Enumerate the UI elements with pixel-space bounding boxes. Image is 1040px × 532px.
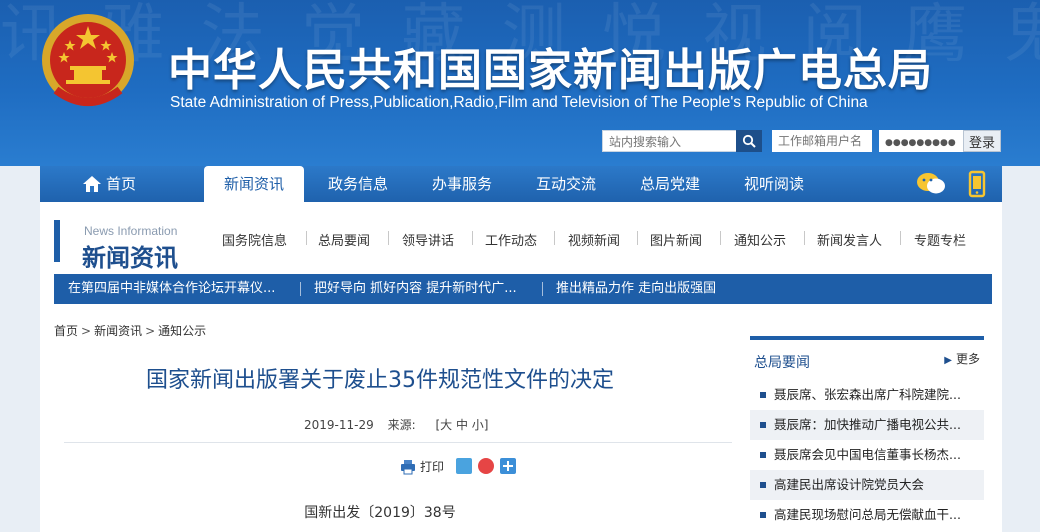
section-title-en: News Information bbox=[84, 224, 178, 238]
section-logo: News Information 新闻资讯 bbox=[54, 214, 214, 272]
bullet-icon bbox=[760, 422, 766, 428]
mobile-icon[interactable] bbox=[966, 170, 988, 198]
subnav-bureau-news[interactable]: 总局要闻 bbox=[318, 230, 370, 249]
nav-government-info[interactable]: 政务信息 bbox=[310, 166, 406, 202]
more-label: 更多 bbox=[955, 352, 980, 366]
subnav-leader-speeches[interactable]: 领导讲话 bbox=[402, 230, 454, 249]
sidebar-headlines: 总局要闻 ▶ 更多 聂辰席、张宏森出席广科院建院... 聂辰席：加快推动广播电视公… bbox=[750, 336, 984, 532]
subnav-video-news[interactable]: 视频新闻 bbox=[568, 230, 620, 249]
article-meta: 2019-11-29 来源: [大 中 小] bbox=[304, 416, 498, 433]
subnav-state-council[interactable]: 国务院信息 bbox=[222, 230, 287, 249]
share-qzone-icon[interactable] bbox=[456, 458, 472, 474]
triangle-right-icon: ▶ bbox=[944, 355, 952, 366]
subnav-divider bbox=[306, 231, 307, 245]
breadcrumb-home[interactable]: 首页 bbox=[54, 324, 78, 338]
home-icon bbox=[83, 176, 101, 192]
nav-services[interactable]: 办事服务 bbox=[414, 166, 510, 202]
headline-text: 高建民出席设计院党员大会 bbox=[774, 477, 925, 492]
nav-interaction[interactable]: 互动交流 bbox=[518, 166, 614, 202]
font-size-switcher[interactable]: [大 中 小] bbox=[435, 418, 488, 432]
subnav-divider bbox=[637, 231, 638, 245]
breadcrumb-news[interactable]: 新闻资讯 bbox=[94, 324, 142, 338]
document-number: 国新出发〔2019〕38号 bbox=[304, 505, 456, 521]
headline-text: 聂辰席：加快推动广播电视公共... bbox=[774, 417, 961, 432]
headline-text: 聂辰席、张宏森出席广科院建院... bbox=[774, 387, 961, 402]
login-button[interactable]: 登录 bbox=[963, 130, 1001, 152]
article-title: 国家新闻出版署关于废止35件规范性文件的决定 bbox=[146, 368, 614, 393]
password-input[interactable] bbox=[879, 132, 963, 154]
article-source-label: 来源: bbox=[387, 418, 416, 432]
sidebar-top-bar bbox=[750, 336, 984, 340]
print-label: 打印 bbox=[420, 460, 445, 474]
subnav-special-topics[interactable]: 专题专栏 bbox=[914, 230, 966, 249]
headline-list: 聂辰席、张宏森出席广科院建院... 聂辰席：加快推动广播电视公共... 聂辰席会… bbox=[750, 380, 984, 530]
site-header: 讯 雅 法 觉 藏 测 悦 视 阅 鹰 鬼 察 展 戴 宝 福 闻 资 喜 视 … bbox=[0, 0, 1040, 166]
printer-icon bbox=[401, 459, 415, 474]
ticker-divider bbox=[300, 282, 301, 296]
site-title: 中华人民共和国国家新闻出版广电总局 bbox=[168, 45, 933, 96]
nav-party-building[interactable]: 总局党建 bbox=[622, 166, 718, 202]
subnav-divider bbox=[388, 231, 389, 245]
breadcrumb: 首页 > 新闻资讯 > 通知公示 bbox=[54, 322, 206, 339]
bullet-icon bbox=[760, 512, 766, 518]
site-subtitle: State Administration of Press,Publicatio… bbox=[170, 94, 868, 111]
national-emblem-icon bbox=[42, 14, 134, 106]
subnav-spokesperson[interactable]: 新闻发言人 bbox=[817, 230, 882, 249]
bullet-icon bbox=[760, 452, 766, 458]
list-item[interactable]: 高建民出席设计院党员大会 bbox=[750, 470, 984, 500]
subnav-divider bbox=[472, 231, 473, 245]
ticker-item[interactable]: 在第四届中非媒体合作论坛开幕仪... bbox=[68, 274, 275, 304]
breadcrumb-separator: > bbox=[145, 324, 156, 338]
breadcrumb-separator: > bbox=[81, 324, 92, 338]
search-icon bbox=[742, 134, 756, 148]
subnav-photo-news[interactable]: 图片新闻 bbox=[650, 230, 702, 249]
section-title-cn: 新闻资讯 bbox=[82, 244, 178, 272]
share-weibo-icon[interactable] bbox=[478, 458, 494, 474]
wechat-icon[interactable] bbox=[916, 171, 946, 197]
list-item[interactable]: 聂辰席、张宏森出席广科院建院... bbox=[750, 380, 984, 410]
subnav-notices[interactable]: 通知公示 bbox=[734, 230, 786, 249]
list-item[interactable]: 聂辰席：加快推动广播电视公共... bbox=[750, 410, 984, 440]
print-button[interactable]: 打印 bbox=[400, 458, 444, 475]
nav-news[interactable]: 新闻资讯 bbox=[204, 166, 304, 202]
search-button[interactable] bbox=[736, 130, 762, 152]
subnav-work-updates[interactable]: 工作动态 bbox=[485, 230, 537, 249]
plus-icon bbox=[503, 461, 513, 471]
ticker-item[interactable]: 把好导向 抓好内容 提升新时代广... bbox=[314, 274, 517, 304]
sidebar-title: 总局要闻 bbox=[754, 355, 810, 371]
headline-text: 高建民现场慰问总局无偿献血干... bbox=[774, 507, 961, 522]
article-divider bbox=[64, 442, 732, 443]
list-item[interactable]: 高建民现场慰问总局无偿献血干... bbox=[750, 500, 984, 530]
article-date: 2019-11-29 bbox=[304, 418, 374, 432]
breadcrumb-notices[interactable]: 通知公示 bbox=[158, 324, 206, 338]
headline-text: 聂辰席会见中国电信董事长杨杰... bbox=[774, 447, 961, 462]
username-field[interactable] bbox=[772, 130, 872, 152]
news-ticker: 在第四届中非媒体合作论坛开幕仪... 把好导向 抓好内容 提升新时代广... 推… bbox=[54, 274, 992, 304]
nav-audiovisual[interactable]: 视听阅读 bbox=[726, 166, 822, 202]
subnav-divider bbox=[554, 231, 555, 245]
subnav-divider bbox=[720, 231, 721, 245]
bullet-icon bbox=[760, 482, 766, 488]
more-link[interactable]: ▶ 更多 bbox=[944, 350, 980, 367]
subnav-divider bbox=[900, 231, 901, 245]
bullet-icon bbox=[760, 392, 766, 398]
password-field[interactable] bbox=[879, 130, 963, 154]
main-nav: 首页 新闻资讯 政务信息 办事服务 互动交流 总局党建 视听阅读 bbox=[40, 166, 1002, 202]
section-logo-bar bbox=[54, 220, 60, 262]
list-item[interactable]: 聂辰席会见中国电信董事长杨杰... bbox=[750, 440, 984, 470]
username-input[interactable] bbox=[772, 130, 872, 152]
content-panel: News Information 新闻资讯 国务院信息 总局要闻 领导讲话 工作… bbox=[40, 202, 1002, 532]
ticker-item[interactable]: 推出精品力作 走向出版强国 bbox=[556, 274, 716, 304]
ticker-divider bbox=[542, 282, 543, 296]
nav-home[interactable]: 首页 bbox=[106, 166, 156, 202]
subnav-divider bbox=[804, 231, 805, 245]
share-more-icon[interactable] bbox=[500, 458, 516, 474]
